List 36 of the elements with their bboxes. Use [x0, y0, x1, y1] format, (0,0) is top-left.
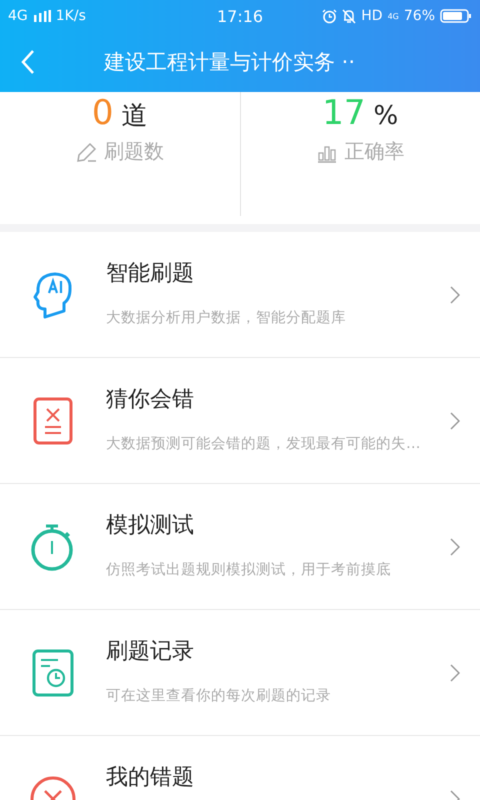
network-small-label: 4G	[388, 12, 399, 20]
stat-unit: %	[374, 101, 398, 131]
stat-value: 0	[92, 92, 114, 134]
stat-unit: 道	[122, 100, 148, 133]
menu-item[interactable]: 模拟测试 仿照考试出题规则模拟测试，用于考前摸底	[0, 484, 480, 610]
menu-title: 刷题记录	[106, 638, 195, 666]
battery-label: 76%	[404, 8, 436, 24]
page-title: 建设工程计量与计价实务 ··	[104, 49, 356, 76]
menu-title: 猜你会错	[106, 386, 195, 414]
menu-item[interactable]: 智能刷题 大数据分析用户数据，智能分配题库	[0, 232, 480, 358]
bell-off-icon	[342, 8, 356, 24]
signal-icon	[32, 10, 51, 22]
menu-subtitle: 仿照考试出题规则模拟测试，用于考前摸底	[106, 560, 392, 579]
hd-label: HD	[361, 8, 383, 24]
stat-label: 刷题数	[104, 138, 164, 165]
menu-item[interactable]: 刷题记录 可在这里查看你的每次刷题的记录	[0, 610, 480, 736]
battery-icon	[440, 9, 472, 23]
menu-subtitle: 大数据分析用户数据，智能分配题库	[106, 308, 347, 327]
alarm-icon	[322, 8, 338, 24]
stat-label: 正确率	[344, 138, 404, 165]
document-cross-icon	[33, 396, 73, 444]
menu-title: 智能刷题	[106, 260, 195, 288]
network-label: 4G	[8, 8, 28, 24]
menu-title: 我的错题	[106, 764, 195, 792]
back-icon	[20, 49, 36, 75]
head-icon	[33, 270, 73, 318]
menu-subtitle: 大数据预测可能会错的题，发现最有可能的失…	[106, 435, 422, 453]
document-clock-icon	[32, 648, 74, 696]
menu-title: 模拟测试	[106, 512, 195, 540]
speed-label: 1K/s	[56, 8, 86, 24]
stat-value: 17	[322, 92, 366, 134]
menu-item[interactable]: 猜你会错 大数据预测可能会错的题，发现最有可能的失…	[0, 358, 480, 484]
menu-subtitle: 可在这里查看你的每次刷题的记录	[106, 687, 332, 705]
pencil-icon	[76, 140, 98, 162]
clock: 17:16	[216, 6, 264, 26]
menu-item[interactable]: 我的错题	[0, 736, 480, 800]
